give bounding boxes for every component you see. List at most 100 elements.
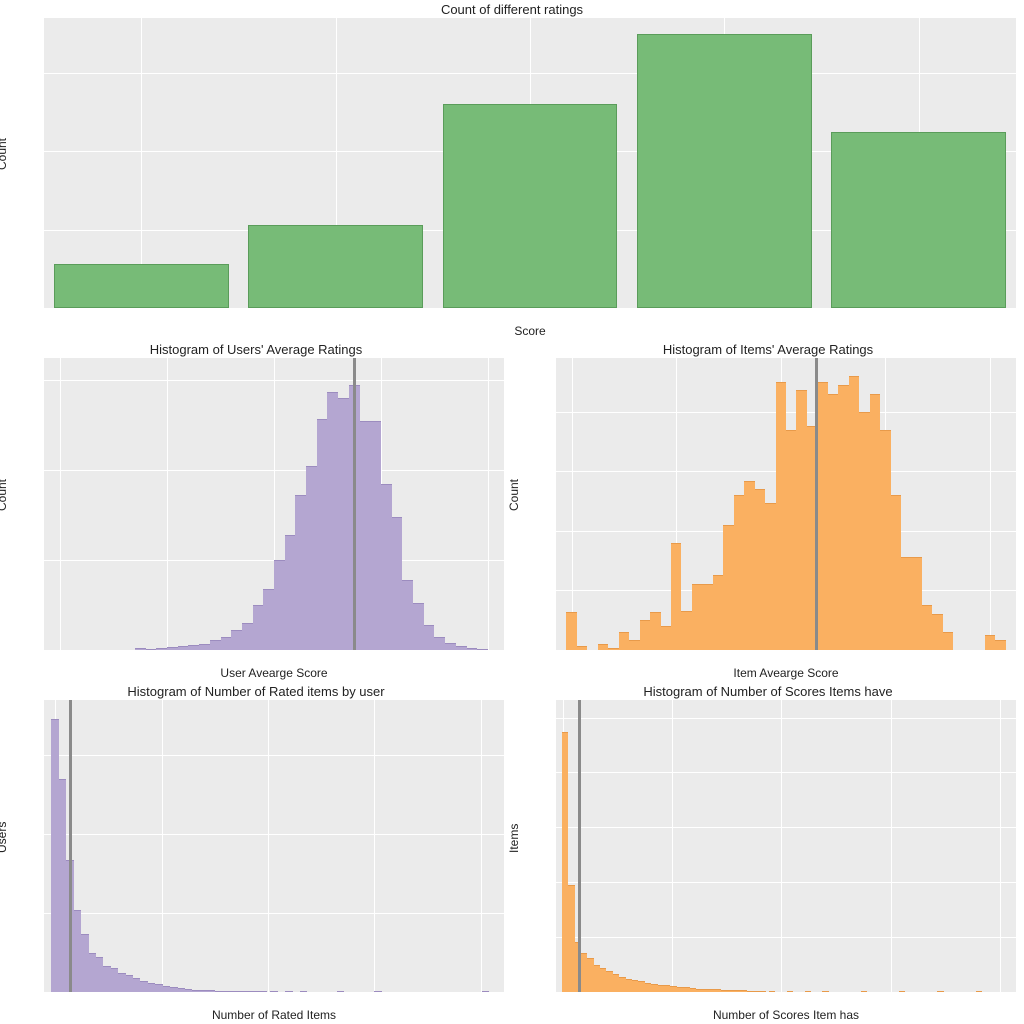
- histogram-bar: [295, 495, 306, 650]
- histogram-bar: [135, 648, 146, 650]
- mean-vline: [353, 358, 356, 650]
- histogram-bar: [985, 635, 995, 650]
- histogram-bar: [734, 495, 744, 650]
- histogram-bar: [822, 991, 828, 992]
- histogram-bar: [943, 632, 953, 650]
- plot-area: 0250500750100012501124858171425713428: [556, 700, 1016, 992]
- histogram-bar: [861, 991, 867, 992]
- histogram-bar: [170, 987, 177, 992]
- plot-area: 0e+001e+052e+053e+0512345: [44, 18, 1016, 308]
- histogram-bar: [702, 584, 712, 650]
- histogram-bar: [787, 991, 793, 992]
- histogram-bar: [723, 525, 733, 650]
- histogram-bar: [713, 575, 723, 650]
- histogram-bar: [424, 625, 435, 650]
- histogram-bar: [178, 988, 185, 992]
- histogram-bar: [755, 489, 765, 650]
- chart-item-scores-count: Histogram of Number of Scores Items have…: [512, 682, 1024, 1024]
- histogram-bar: [413, 603, 424, 650]
- y-axis-label: Count: [507, 479, 521, 511]
- histogram-bar: [456, 646, 467, 650]
- histogram-bar: [681, 611, 691, 650]
- y-axis-label: Count: [0, 479, 9, 511]
- histogram-bar: [59, 779, 66, 992]
- histogram-bar: [374, 991, 381, 992]
- histogram-bar: [192, 990, 199, 992]
- plot-area: 0500100015002096594116717402314: [44, 700, 504, 992]
- y-axis-label: Items: [507, 824, 521, 853]
- histogram-bar: [911, 557, 921, 650]
- histogram-bar: [467, 648, 478, 650]
- histogram-bar: [402, 580, 413, 650]
- histogram-bar: [870, 394, 880, 650]
- histogram-bar: [650, 612, 660, 650]
- chart-title: Histogram of Number of Scores Items have: [512, 684, 1024, 699]
- chart-user-avg: Histogram of Users' Average Ratings User…: [0, 340, 512, 682]
- histogram-bar: [392, 517, 403, 650]
- x-axis-label: Score: [44, 324, 1016, 338]
- histogram-bar: [796, 390, 806, 650]
- histogram-bar: [259, 991, 266, 992]
- histogram-bar: [937, 991, 943, 992]
- histogram-bar: [880, 430, 890, 650]
- histogram-bar: [221, 637, 232, 650]
- histogram-bar: [89, 953, 96, 992]
- chart-title: Count of different ratings: [0, 2, 1024, 17]
- chart-title: Histogram of Users' Average Ratings: [0, 342, 512, 357]
- histogram-bar: [577, 646, 587, 650]
- histogram-bar: [300, 991, 307, 992]
- histogram-bar: [207, 990, 214, 992]
- histogram-bar: [111, 968, 118, 992]
- histogram-bar: [805, 991, 811, 992]
- histogram-bar: [242, 623, 253, 650]
- histogram-bar: [222, 991, 229, 992]
- histogram-bar: [81, 934, 88, 992]
- histogram-bar: [765, 503, 775, 650]
- x-axis-label: Number of Scores Item has: [556, 1008, 1016, 1022]
- chart-ratings-count: Count of different ratings Score Count 0…: [0, 0, 1024, 340]
- charts-grid: Count of different ratings Score Count 0…: [0, 0, 1024, 1024]
- histogram-bar: [231, 630, 242, 650]
- histogram-bar: [140, 981, 147, 992]
- histogram-bar: [434, 637, 445, 650]
- histogram-bar: [838, 385, 848, 650]
- histogram-bar: [338, 398, 349, 650]
- histogram-bar: [133, 978, 140, 992]
- histogram-bar: [210, 640, 221, 650]
- histogram-bar: [337, 991, 344, 992]
- histogram-bar: [744, 481, 754, 650]
- chart-item-avg: Histogram of Items' Average Ratings Item…: [512, 340, 1024, 682]
- histogram-bar: [899, 991, 905, 992]
- plot-area: 0501001502001.002.003.003.334.005.00: [556, 358, 1016, 650]
- histogram-bar: [619, 632, 629, 650]
- histogram-bar: [148, 983, 155, 992]
- histogram-bar: [776, 382, 786, 650]
- histogram-bar: [96, 957, 103, 992]
- histogram-bar: [156, 648, 167, 650]
- histogram-bar: [215, 991, 222, 992]
- histogram-bar: [188, 645, 199, 650]
- histogram-bar: [317, 419, 328, 650]
- histogram-bar: [306, 466, 317, 650]
- mean-vline: [815, 358, 818, 650]
- histogram-bar: [922, 605, 932, 650]
- histogram-bar: [976, 991, 982, 992]
- histogram-bar: [185, 989, 192, 992]
- histogram-bar: [199, 644, 210, 650]
- histogram-bar: [692, 584, 702, 650]
- histogram-bar: [146, 649, 157, 650]
- histogram-bar: [126, 975, 133, 992]
- histogram-bar: [155, 984, 162, 992]
- histogram-bar: [932, 614, 942, 650]
- histogram-bar: [229, 991, 236, 992]
- chart-title: Histogram of Items' Average Ratings: [512, 342, 1024, 357]
- histogram-bar: [285, 991, 292, 992]
- histogram-bar: [482, 991, 489, 992]
- histogram-bar: [786, 430, 796, 650]
- histogram-bar: [244, 991, 251, 992]
- histogram-bar: [381, 484, 392, 650]
- histogram-bar: [51, 719, 58, 992]
- mean-vline: [578, 700, 581, 992]
- histogram-bar: [445, 643, 456, 650]
- histogram-bar: [849, 376, 859, 650]
